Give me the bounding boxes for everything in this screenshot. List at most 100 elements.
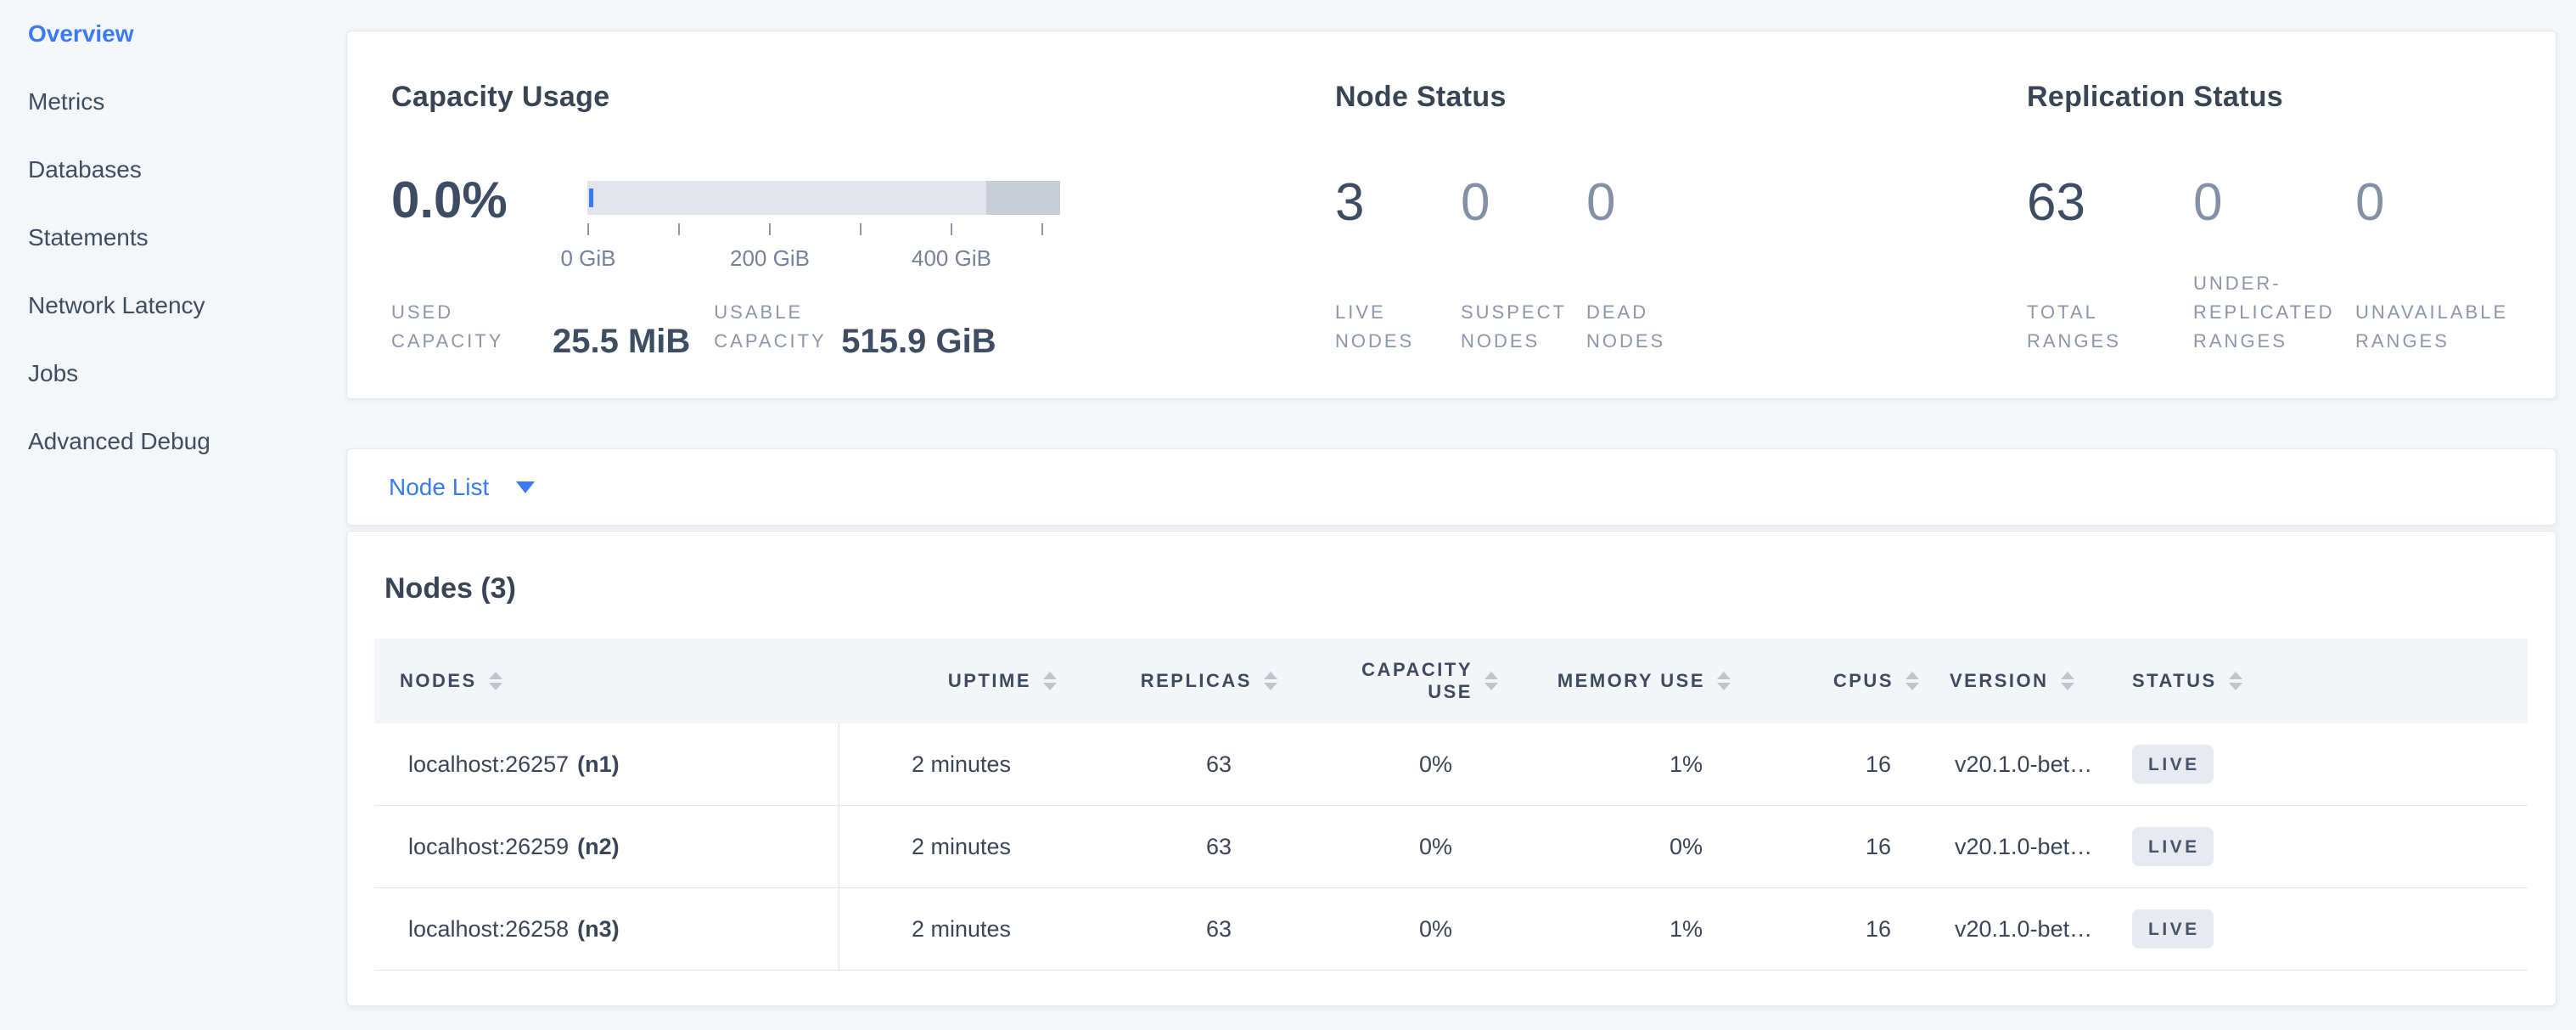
memory-use-cell: 0% [1503, 806, 1732, 887]
table-row: localhost:26258 (n3) 2 minutes 63 0% 1% 1… [374, 888, 2528, 971]
uptime-cell: 2 minutes [839, 888, 1062, 970]
axis-tick-label: 0 GiB [529, 245, 648, 272]
sort-icon [1717, 672, 1731, 690]
node-list-dropdown[interactable]: Node List [347, 449, 2556, 525]
node-address-link[interactable]: localhost:26257 [408, 751, 569, 778]
axis-tick [678, 223, 680, 235]
sidebar-item-overview[interactable]: Overview [0, 0, 346, 68]
live-nodes-value: 3 [1335, 176, 1461, 230]
column-header-label: REPLICAS [1141, 670, 1252, 692]
sort-icon [489, 672, 502, 690]
version-cell: v20.1.0-bet… [1921, 806, 2106, 887]
chevron-down-icon [516, 481, 535, 493]
version-cell: v20.1.0-bet… [1921, 888, 2106, 970]
capacity-usage-title: Capacity Usage [391, 81, 609, 114]
sidebar-item-statements[interactable]: Statements [0, 204, 346, 272]
sidebar-item-label: Network Latency [28, 292, 205, 319]
sidebar-item-advanced-debug[interactable]: Advanced Debug [0, 408, 346, 476]
column-header-label: VERSION [1950, 670, 2049, 692]
live-nodes-label: LIVE NODES [1335, 298, 1447, 356]
capacity-stats: USED CAPACITY 25.5 MiB USABLE CAPACITY 5… [391, 298, 996, 356]
suspect-nodes-value: 0 [1461, 176, 1586, 230]
node-status-title: Node Status [1335, 81, 1507, 114]
column-header-uptime[interactable]: UPTIME [839, 639, 1062, 723]
total-ranges-label: TOTAL RANGES [2027, 298, 2139, 356]
sort-icon [2229, 672, 2242, 690]
column-header-version[interactable]: VERSION [1921, 639, 2106, 723]
capacity-usage-panel: Capacity Usage 0.0% 0 GiB 200 GiB 400 Gi… [391, 31, 1325, 398]
dead-nodes-value: 0 [1586, 176, 1714, 230]
dead-nodes-stat: 0 DEAD NODES [1586, 176, 1714, 356]
dead-nodes-label: DEAD NODES [1586, 298, 1698, 356]
column-header-nodes[interactable]: NODES [374, 639, 839, 723]
sort-icon [2061, 672, 2074, 690]
version-cell: v20.1.0-bet… [1921, 723, 2106, 805]
cpus-cell: 16 [1732, 723, 1921, 805]
total-ranges-stat: 63 TOTAL RANGES [2027, 176, 2193, 356]
node-id: (n1) [577, 751, 620, 778]
column-header-label: STATUS [2132, 670, 2217, 692]
cluster-summary-card: Capacity Usage 0.0% 0 GiB 200 GiB 400 Gi… [346, 31, 2556, 399]
sidebar-item-label: Jobs [28, 360, 78, 387]
axis-tick [860, 223, 861, 235]
axis-tick [1041, 223, 1043, 235]
column-header-label: CPUS [1833, 670, 1894, 692]
unavailable-ranges-value: 0 [2355, 176, 2525, 230]
suspect-nodes-stat: 0 SUSPECT NODES [1461, 176, 1586, 356]
status-badge: LIVE [2132, 909, 2214, 948]
node-address-link[interactable]: localhost:26259 [408, 834, 569, 860]
sidebar-item-label: Statements [28, 224, 149, 251]
used-capacity-marker [589, 189, 593, 207]
under-replicated-ranges-stat: 0 UNDER-REPLICATED RANGES [2193, 176, 2355, 356]
sidebar-item-network-latency[interactable]: Network Latency [0, 272, 346, 340]
usable-capacity-label: USABLE CAPACITY [714, 298, 833, 356]
capacity-bar-axis: 0 GiB 200 GiB 400 GiB [587, 223, 1060, 274]
column-header-memory-use[interactable]: MEMORY USE [1503, 639, 1732, 723]
under-replicated-ranges-label: UNDER-REPLICATED RANGES [2193, 269, 2360, 356]
uptime-cell: 2 minutes [839, 723, 1062, 805]
column-header-replicas[interactable]: REPLICAS [1062, 639, 1282, 723]
node-status-panel: Node Status 3 LIVE NODES 0 SUSPECT NODES… [1335, 31, 2014, 398]
sidebar-item-label: Overview [28, 20, 134, 48]
sidebar-item-label: Advanced Debug [28, 428, 210, 455]
nodes-table-title: Nodes (3) [384, 572, 516, 605]
column-header-capacity-use[interactable]: CAPACITY USE [1282, 639, 1503, 723]
suspect-nodes-label: SUSPECT NODES [1461, 298, 1573, 356]
nodes-table: NODES UPTIME REPLICAS CAPACITY USE MEMOR… [374, 639, 2528, 971]
replicas-cell: 63 [1062, 723, 1282, 805]
node-address-link[interactable]: localhost:26258 [408, 916, 569, 943]
node-status-stats: 3 LIVE NODES 0 SUSPECT NODES 0 DEAD NODE… [1335, 176, 1714, 356]
column-header-label: UPTIME [948, 670, 1031, 692]
axis-tick [587, 223, 589, 235]
memory-use-cell: 1% [1503, 888, 1732, 970]
cpus-cell: 16 [1732, 806, 1921, 887]
live-nodes-stat: 3 LIVE NODES [1335, 176, 1461, 356]
under-replicated-ranges-value: 0 [2193, 176, 2355, 230]
memory-use-cell: 1% [1503, 723, 1732, 805]
axis-tick-label: 400 GiB [892, 245, 1011, 272]
replicas-cell: 63 [1062, 888, 1282, 970]
cpus-cell: 16 [1732, 888, 1921, 970]
sidebar-item-jobs[interactable]: Jobs [0, 340, 346, 408]
column-header-status[interactable]: STATUS [2106, 639, 2528, 723]
replication-status-title: Replication Status [2027, 81, 2283, 114]
nodes-table-card: Nodes (3) NODES UPTIME REPLICAS CAPACITY… [346, 531, 2556, 1006]
usable-capacity-value: 515.9 GiB [841, 324, 996, 359]
unavailable-ranges-label: UNAVAILABLE RANGES [2355, 298, 2522, 356]
capacity-bar-reserved-segment [986, 181, 1060, 215]
used-capacity-value: 25.5 MiB [553, 324, 690, 359]
capacity-percent-used: 0.0% [391, 174, 508, 227]
column-header-label: NODES [400, 670, 477, 692]
column-header-label: MEMORY USE [1557, 670, 1705, 692]
sidebar-item-databases[interactable]: Databases [0, 136, 346, 204]
capacity-use-cell: 0% [1282, 723, 1503, 805]
total-ranges-value: 63 [2027, 176, 2193, 230]
sort-icon [1043, 672, 1057, 690]
column-header-cpus[interactable]: CPUS [1732, 639, 1921, 723]
capacity-use-cell: 0% [1282, 888, 1503, 970]
node-id: (n3) [577, 916, 620, 943]
sidebar-item-metrics[interactable]: Metrics [0, 68, 346, 136]
sidebar: Overview Metrics Databases Statements Ne… [0, 0, 346, 1030]
sidebar-item-label: Databases [28, 156, 142, 183]
status-badge: LIVE [2132, 827, 2214, 866]
